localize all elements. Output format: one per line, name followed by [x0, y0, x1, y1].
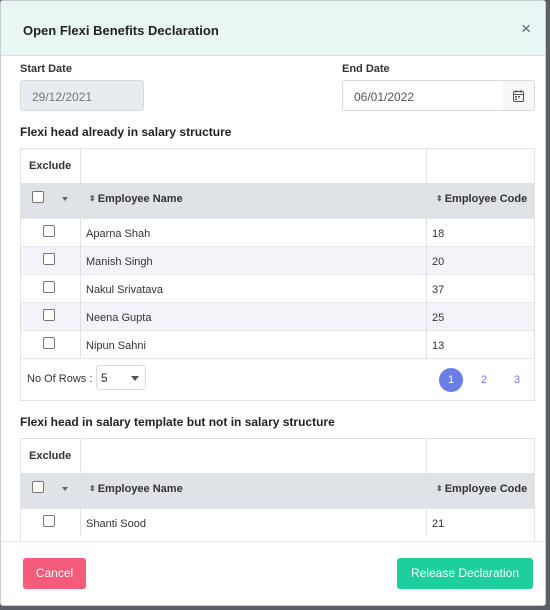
cancel-button[interactable]: Cancel: [23, 558, 86, 589]
modal-title: Open Flexi Benefits Declaration: [23, 23, 219, 38]
end-date-input[interactable]: 06/01/2022: [342, 80, 504, 111]
table-row: Nakul Srivatava 37: [21, 274, 534, 302]
employee-name: Neena Gupta: [86, 312, 152, 324]
modal-body: Start Date 29/12/2021 End Date 06/01/202…: [1, 56, 545, 541]
modal-header: Open Flexi Benefits Declaration ×: [1, 1, 545, 56]
grid-header-row-2: ⬍ Employee Name ⬍ Employee Code: [21, 473, 534, 508]
employees-template-only-grid: Exclude ⬍ Employee Name ⬍ Employee Code Sh…: [20, 438, 535, 541]
employees-in-structure-grid: Exclude ⬍ Employee Name ⬍ Employee Code Ap…: [20, 148, 535, 401]
employee-name: Nakul Srivatava: [86, 284, 164, 296]
exclude-checkbox[interactable]: [43, 309, 55, 321]
select-all-checkbox[interactable]: [32, 481, 44, 493]
employee-code: 37: [432, 284, 445, 296]
employee-code: 25: [432, 312, 445, 324]
employee-name: Nipun Sahni: [86, 340, 146, 352]
calendar-icon: [513, 90, 524, 102]
close-icon[interactable]: ×: [521, 20, 531, 37]
chevron-down-icon: [131, 376, 139, 381]
exclude-checkbox[interactable]: [43, 253, 55, 265]
exclude-checkbox[interactable]: [43, 515, 55, 527]
column-employee-code[interactable]: ⬍ Employee Code: [436, 483, 527, 495]
calendar-button[interactable]: [503, 80, 535, 111]
select-options-chevron-icon[interactable]: [62, 197, 68, 201]
table-row: Neena Gupta 25: [21, 302, 534, 330]
exclude-checkbox[interactable]: [43, 225, 55, 237]
sort-icon: ⬍: [89, 484, 96, 493]
employee-code: 13: [432, 340, 445, 352]
table-row: Nipun Sahni 13: [21, 330, 534, 358]
column-employee-name[interactable]: ⬍ Employee Name: [89, 483, 183, 495]
select-options-chevron-icon[interactable]: [62, 487, 68, 491]
sort-icon: ⬍: [436, 484, 443, 493]
column-employee-code[interactable]: ⬍ Employee Code: [436, 193, 527, 205]
modal-footer: Cancel Release Declaration: [1, 541, 545, 605]
table-row: Shanti Sood 21: [21, 508, 534, 536]
exclude-header: Exclude: [29, 450, 72, 462]
employee-code: 20: [432, 256, 445, 268]
table-row: Manish Singh 20: [21, 246, 534, 274]
employee-name: Manish Singh: [86, 256, 153, 268]
sort-icon: ⬍: [89, 194, 96, 203]
table-row: Aparna Shah 18: [21, 218, 534, 246]
column-employee-name[interactable]: ⬍ Employee Name: [89, 193, 183, 205]
grid-header-row-1: Exclude: [21, 149, 534, 183]
section-title-in-structure: Flexi head already in salary structure: [20, 125, 232, 139]
section-title-template-only: Flexi head in salary template but not in…: [20, 415, 335, 429]
employee-code: 21: [432, 518, 445, 530]
page-button-3[interactable]: 3: [505, 368, 529, 392]
sort-icon: ⬍: [436, 194, 443, 203]
employee-name: Aparna Shah: [86, 228, 151, 240]
end-date-label: End Date: [342, 63, 390, 75]
grid-header-row-2: ⬍ Employee Name ⬍ Employee Code: [21, 183, 534, 218]
grid-header-row-1: Exclude: [21, 439, 534, 473]
employee-name: Shanti Sood: [86, 518, 146, 530]
release-declaration-button[interactable]: Release Declaration: [397, 558, 533, 589]
start-date-field: 29/12/2021: [20, 80, 144, 111]
select-all-checkbox[interactable]: [32, 191, 44, 203]
start-date-label: Start Date: [20, 63, 72, 75]
exclude-checkbox[interactable]: [43, 281, 55, 293]
rows-per-page-select[interactable]: 5: [96, 365, 146, 390]
page-button-2[interactable]: 2: [472, 368, 496, 392]
rows-per-page-label: No Of Rows :: [27, 373, 93, 385]
exclude-checkbox[interactable]: [43, 337, 55, 349]
flexi-declaration-modal: Open Flexi Benefits Declaration × Start …: [0, 0, 546, 606]
grid-pager: No Of Rows : 5 1 2 3: [21, 358, 534, 401]
exclude-header: Exclude: [29, 160, 72, 172]
employee-code: 18: [432, 228, 445, 240]
page-button-1[interactable]: 1: [439, 368, 463, 392]
